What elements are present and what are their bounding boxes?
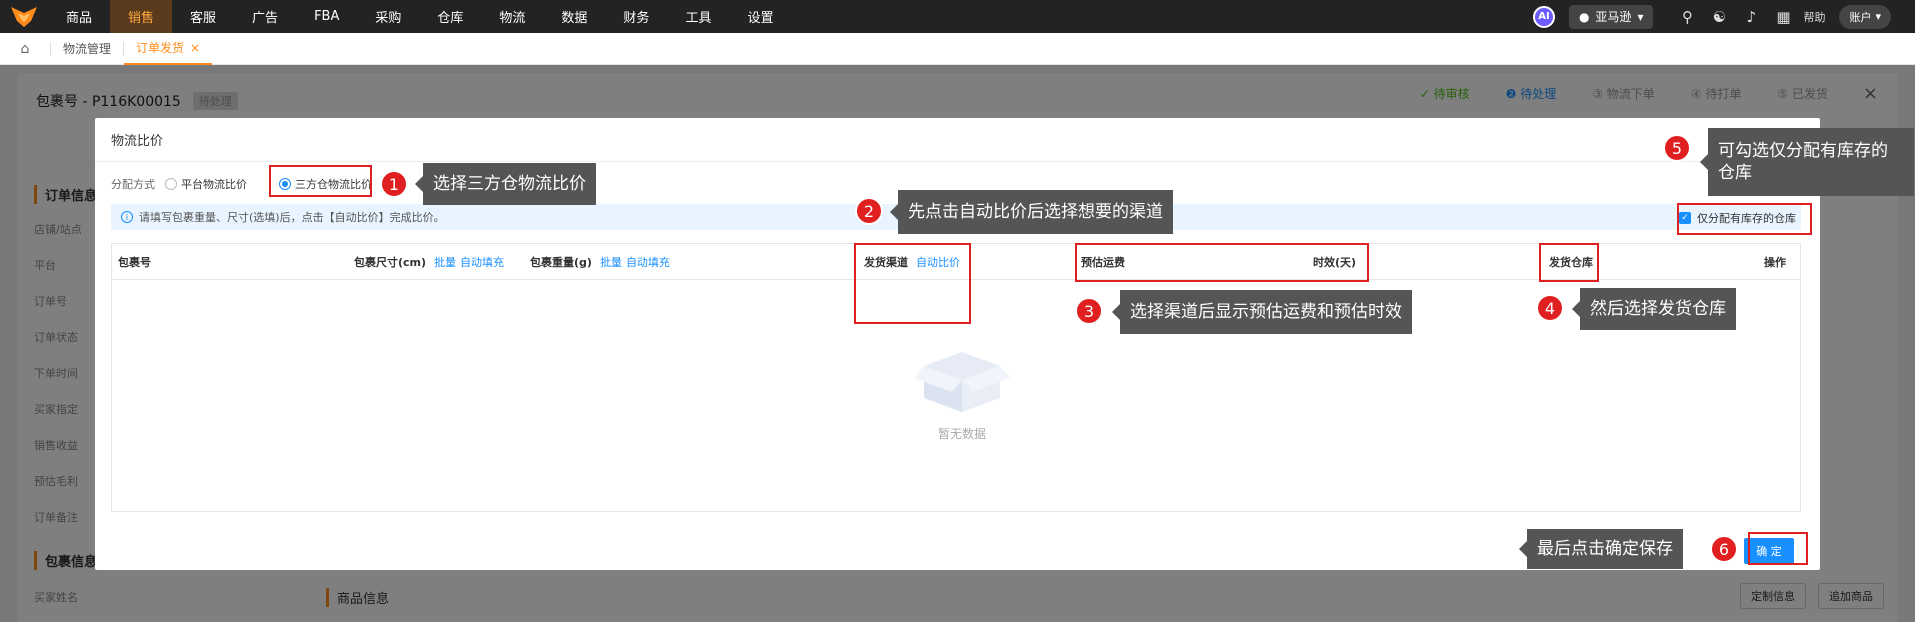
radio-label: 平台物流比价 xyxy=(181,178,247,191)
tab-order-shipping[interactable]: 订单发货 × xyxy=(124,33,213,65)
column-header-operation: 操作 xyxy=(1764,256,1786,269)
nav-item-logistics[interactable]: 物流 xyxy=(481,0,543,33)
info-icon: i xyxy=(121,211,133,223)
annotation-callout: 然后选择发货仓库 xyxy=(1572,288,1736,330)
nav-item-warehouse[interactable]: 仓库 xyxy=(419,0,481,33)
empty-box-icon xyxy=(914,352,1010,412)
nav-item-service[interactable]: 客服 xyxy=(172,0,234,33)
chevron-down-icon: ▾ xyxy=(1637,9,1644,24)
annotation-callout: 可勾选仅分配有库存的仓库 xyxy=(1700,128,1914,196)
app-logo-icon[interactable] xyxy=(0,0,48,33)
annotation-number: 5 xyxy=(1663,134,1691,162)
nav-item-ads[interactable]: 广告 xyxy=(234,0,296,33)
nav-item-sales[interactable]: 销售 xyxy=(110,0,173,33)
annotation-number: 3 xyxy=(1075,297,1103,325)
highlight-channel-column xyxy=(854,243,971,324)
help-link[interactable]: 帮助 xyxy=(1803,9,1825,25)
radio-platform-compare[interactable]: 平台物流比价 xyxy=(165,176,247,192)
grid-apps-icon[interactable]: ▦ xyxy=(1767,0,1799,33)
nav-item-fba[interactable]: FBA xyxy=(296,0,357,33)
radio-icon xyxy=(165,178,177,190)
account-menu[interactable]: 账户 ▾ xyxy=(1839,4,1891,29)
nav-right-tools: AI ● 亚马逊 ▾ ⚲ ☯ ♪ ▦ 帮助 账户 ▾ xyxy=(1532,0,1915,33)
highlight-fee-time-columns xyxy=(1075,243,1369,282)
close-icon[interactable]: × xyxy=(190,41,200,55)
annotation-callout: 最后点击确定保存 xyxy=(1519,529,1683,569)
tab-label: 物流管理 xyxy=(63,42,112,56)
empty-state: 暂无数据 xyxy=(907,344,1017,442)
headset-icon[interactable]: ☯ xyxy=(1703,0,1735,33)
bulk-size-link[interactable]: 批量 xyxy=(434,254,456,270)
annotation-callout: 选择渠道后显示预估运费和预估时效 xyxy=(1112,290,1412,334)
nav-item-settings[interactable]: 设置 xyxy=(729,0,791,33)
page-tabs-bar: ⌂ 物流管理 订单发货 × xyxy=(0,33,1915,65)
annotation-number: 1 xyxy=(380,170,408,198)
nav-item-tools[interactable]: 工具 xyxy=(667,0,729,33)
nav-item-products[interactable]: 商品 xyxy=(48,0,110,33)
info-text: 请填写包裹重量、尺寸(选填)后，点击【自动比价】完成比价。 xyxy=(139,211,445,224)
tab-logistics-management[interactable]: 物流管理 xyxy=(51,33,123,65)
highlight-confirm-button xyxy=(1748,532,1808,565)
bulk-weight-link[interactable]: 批量 xyxy=(600,254,622,270)
highlight-only-stock-checkbox xyxy=(1677,203,1812,235)
annotation-callout: 选择三方仓物流比价 xyxy=(415,163,596,205)
chevron-down-icon: ▾ xyxy=(1875,10,1881,23)
user-icon: ● xyxy=(1578,9,1590,24)
empty-text: 暂无数据 xyxy=(937,427,986,441)
annotation-number: 4 xyxy=(1536,294,1564,322)
column-header-package: 包裹号 xyxy=(118,256,151,269)
bell-icon[interactable]: ♪ xyxy=(1735,0,1767,33)
annotation-number: 2 xyxy=(855,197,883,225)
store-selector[interactable]: ● 亚马逊 ▾ xyxy=(1568,4,1654,29)
annotation-number: 6 xyxy=(1710,535,1738,563)
highlight-warehouse-column xyxy=(1539,243,1599,282)
top-navigation-bar: 商品 销售 客服 广告 FBA 采购 仓库 物流 数据 财务 工具 设置 AI … xyxy=(0,0,1915,33)
annotation-callout: 先点击自动比价后选择想要的渠道 xyxy=(890,190,1173,234)
highlight-third-party-option xyxy=(269,165,372,197)
autofill-weight-link[interactable]: 自动填充 xyxy=(626,254,670,270)
column-header-weight: 包裹重量(g) 批量 自动填充 xyxy=(530,254,670,270)
nav-item-purchase[interactable]: 采购 xyxy=(357,0,419,33)
column-header-size: 包裹尺寸(cm) 批量 自动填充 xyxy=(354,254,505,270)
home-icon[interactable]: ⌂ xyxy=(0,41,50,57)
search-icon[interactable]: ⚲ xyxy=(1671,0,1703,33)
ai-assistant-icon[interactable]: AI xyxy=(1532,5,1555,28)
store-selector-label: 亚马逊 xyxy=(1595,10,1632,24)
allocation-label: 分配方式 xyxy=(111,178,155,191)
nav-item-data[interactable]: 数据 xyxy=(543,0,605,33)
modal-title: 物流比价 xyxy=(95,118,1820,162)
autofill-size-link[interactable]: 自动填充 xyxy=(460,254,504,270)
nav-item-finance[interactable]: 财务 xyxy=(605,0,667,33)
account-label: 账户 xyxy=(1849,10,1872,24)
tab-label: 订单发货 xyxy=(136,41,185,55)
